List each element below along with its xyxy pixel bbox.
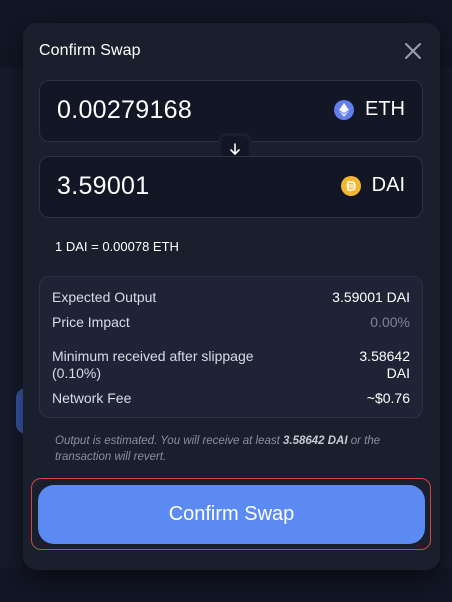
close-icon bbox=[405, 43, 421, 59]
network-fee-row: Network Fee ~$0.76 bbox=[52, 390, 410, 407]
network-fee-label: Network Fee bbox=[52, 390, 132, 406]
from-token-symbol: ETH bbox=[365, 98, 405, 120]
to-token-field: 3.59001 DAI bbox=[39, 156, 423, 218]
minimum-received-value: 3.58642 DAI bbox=[359, 348, 410, 381]
network-fee-value: ~$0.76 bbox=[366, 390, 410, 406]
note-prefix: Output is estimated. You will receive at… bbox=[55, 435, 283, 447]
background-panel bbox=[0, 68, 23, 568]
arrow-down-icon bbox=[230, 143, 240, 155]
to-amount: 3.59001 bbox=[57, 172, 150, 200]
from-token: ETH bbox=[334, 98, 405, 121]
price-impact-row: Price Impact 0.00% bbox=[52, 314, 410, 331]
minimum-received-label: Minimum received after slippage (0.10%) bbox=[52, 348, 254, 381]
confirm-swap-modal: Confirm Swap 0.00279168 ETH 3.59001 DAI … bbox=[23, 23, 440, 570]
expected-output-value: 3.59001 DAI bbox=[332, 289, 410, 305]
dai-icon bbox=[340, 175, 361, 196]
confirm-swap-button[interactable]: Confirm Swap bbox=[38, 485, 425, 544]
close-button[interactable] bbox=[402, 40, 424, 62]
minimum-received-row: Minimum received after slippage (0.10%) … bbox=[52, 348, 410, 382]
expected-output-row: Expected Output 3.59001 DAI bbox=[52, 289, 410, 306]
from-amount: 0.00279168 bbox=[57, 96, 193, 124]
note-min-amount: 3.58642 DAI bbox=[282, 435, 348, 447]
swap-details: Expected Output 3.59001 DAI Price Impact… bbox=[39, 276, 423, 418]
background-panel-right bbox=[440, 68, 452, 568]
estimate-note: Output is estimated. You will receive at… bbox=[55, 433, 415, 465]
price-impact-value: 0.00% bbox=[370, 314, 410, 330]
to-token-symbol: DAI bbox=[371, 174, 405, 196]
modal-title: Confirm Swap bbox=[39, 42, 141, 59]
ethereum-icon bbox=[334, 99, 354, 120]
to-token: DAI bbox=[340, 174, 405, 197]
price-impact-label: Price Impact bbox=[52, 314, 130, 330]
exchange-rate: 1 DAI = 0.00078 ETH bbox=[55, 239, 179, 254]
expected-output-label: Expected Output bbox=[52, 289, 157, 305]
